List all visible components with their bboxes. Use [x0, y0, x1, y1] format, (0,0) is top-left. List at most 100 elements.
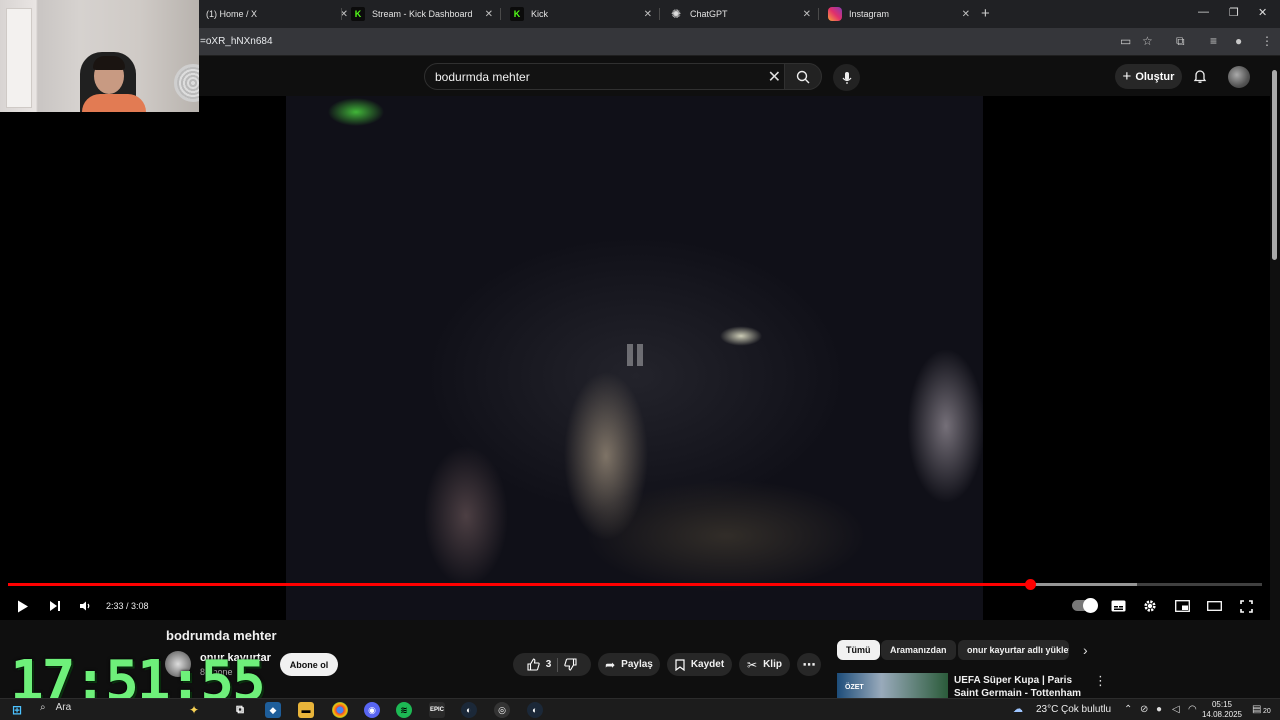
- mute-button[interactable]: [74, 596, 96, 616]
- profile-icon[interactable]: ●: [1235, 34, 1242, 48]
- divider: [557, 657, 559, 672]
- restore-button[interactable]: ❐: [1229, 6, 1239, 19]
- miniplayer-button[interactable]: [1171, 596, 1193, 616]
- skip-next-icon: [50, 601, 60, 611]
- chip-all[interactable]: Tümü: [837, 640, 880, 660]
- kick-logo-icon: K: [510, 7, 524, 21]
- account-avatar[interactable]: [1228, 66, 1250, 88]
- tab-kick[interactable]: K Kick ✕: [502, 3, 660, 25]
- cast-icon[interactable]: ▭: [1120, 34, 1131, 48]
- tab-close-icon[interactable]: ✕: [485, 9, 493, 20]
- chevron-up-icon[interactable]: ⌃: [1124, 704, 1132, 715]
- extensions-icon[interactable]: ⧉: [1176, 34, 1185, 49]
- weather-condition[interactable]: Çok bulutlu: [1061, 704, 1111, 715]
- subscribe-button[interactable]: Abone ol: [280, 653, 338, 676]
- chrome-icon[interactable]: [332, 702, 348, 718]
- browser-menu-icon[interactable]: ⋮: [1261, 34, 1273, 48]
- search-button[interactable]: [784, 63, 822, 90]
- time-display: 2:33 / 3:08: [106, 601, 149, 611]
- search-input[interactable]: bodurmda mehter ✕: [424, 63, 790, 90]
- tab-separator: [818, 8, 819, 20]
- media-control-icon[interactable]: ≡: [1210, 34, 1217, 48]
- tab-close-icon[interactable]: ✕: [803, 9, 811, 20]
- subtitles-icon: [1111, 600, 1125, 612]
- discord-icon[interactable]: ◉: [364, 702, 380, 718]
- page-scrollbar[interactable]: [1270, 56, 1280, 698]
- more-actions-button[interactable]: ⋯: [797, 653, 821, 676]
- speaker-icon[interactable]: ◁: [1172, 704, 1180, 715]
- summary-badge: ÖZET: [845, 684, 864, 691]
- autoplay-toggle[interactable]: [1072, 598, 1098, 613]
- taskbar-search[interactable]: ⌕ Ara: [40, 702, 71, 713]
- webcam-background: [6, 8, 32, 108]
- settings-button[interactable]: [1139, 596, 1161, 616]
- tab-instagram[interactable]: Instagram ✕: [820, 3, 978, 25]
- create-button[interactable]: + Oluştur: [1115, 64, 1182, 89]
- video-title: bodrumda mehter: [166, 628, 277, 643]
- task-view-icon[interactable]: ⧉: [232, 702, 248, 718]
- related-video-title[interactable]: UEFA Süper Kupa | Paris Saint Germain - …: [954, 674, 1084, 698]
- progress-played: [8, 583, 1030, 586]
- video-player[interactable]: 2:33 / 3:08: [0, 96, 1270, 620]
- like-button[interactable]: 3: [527, 658, 551, 671]
- new-tab-button[interactable]: +: [981, 5, 990, 22]
- fullscreen-button[interactable]: [1235, 596, 1257, 616]
- minimize-button[interactable]: —: [1198, 6, 1209, 18]
- progress-scrubber-handle[interactable]: [1025, 579, 1036, 590]
- obs-icon[interactable]: ◎: [494, 702, 510, 718]
- scissors-icon: ✂: [747, 657, 758, 672]
- steam-icon[interactable]: ◐: [461, 702, 477, 718]
- subtitles-button[interactable]: [1107, 596, 1129, 616]
- clear-search-icon[interactable]: ✕: [768, 67, 781, 87]
- related-video-thumbnail[interactable]: ÖZET: [837, 673, 948, 698]
- spotify-icon[interactable]: ≋: [396, 702, 412, 718]
- voice-search-button[interactable]: [833, 64, 860, 91]
- microphone-icon[interactable]: ●: [1156, 704, 1162, 715]
- more-vertical-icon[interactable]: ⋮: [1094, 673, 1107, 689]
- tab-chatgpt[interactable]: ✺ ChatGPT ✕: [661, 3, 819, 25]
- chip-from-uploader[interactable]: onur kayurtar adlı yükleyi: [958, 640, 1069, 660]
- steam-icon[interactable]: ◐: [527, 702, 543, 718]
- epic-games-icon[interactable]: EPIC: [429, 702, 445, 718]
- scrollbar-thumb[interactable]: [1272, 70, 1277, 260]
- clip-button[interactable]: ✂ Klip: [739, 653, 790, 676]
- chatgpt-logo-icon: ✺: [670, 7, 682, 21]
- tab-title: Instagram: [849, 9, 890, 19]
- network-off-icon[interactable]: ⊘: [1140, 704, 1148, 715]
- search-icon: [796, 70, 810, 83]
- wifi-icon[interactable]: ◠: [1188, 704, 1197, 715]
- webcam-fan: [174, 64, 199, 102]
- tab-x-home[interactable]: (1) Home / X ✕: [198, 3, 356, 25]
- search-icon: ⌕: [40, 702, 46, 713]
- theater-mode-button[interactable]: [1203, 596, 1225, 616]
- app-icon[interactable]: ◆: [265, 702, 281, 718]
- address-bar[interactable]: =oXR_hNXn684: [200, 36, 273, 47]
- webcam-overlay: [0, 0, 199, 112]
- dislike-button[interactable]: [564, 658, 577, 671]
- miniplayer-icon: [1174, 600, 1190, 612]
- progress-bar[interactable]: [8, 579, 1262, 590]
- chip-from-search[interactable]: Aramanızdan: [881, 640, 956, 660]
- tab-close-icon[interactable]: ✕: [962, 9, 970, 20]
- copilot-icon[interactable]: ✦: [186, 702, 202, 718]
- windows-start-icon[interactable]: ⊞: [9, 702, 25, 718]
- tab-separator: [341, 8, 342, 20]
- tab-separator: [500, 8, 501, 20]
- play-button[interactable]: [12, 596, 34, 616]
- clock-date: 14.08.2025: [1201, 710, 1243, 719]
- save-button[interactable]: Kaydet: [667, 653, 732, 676]
- notifications-icon[interactable]: ▤: [1252, 704, 1261, 715]
- tab-kick-dashboard[interactable]: K Stream - Kick Dashboard ✕: [343, 3, 501, 25]
- notifications-bell-icon[interactable]: [1192, 68, 1208, 84]
- tab-close-icon[interactable]: ✕: [644, 9, 652, 20]
- taskbar-search-label: Ara: [55, 702, 72, 713]
- clock-time: 05:15: [1211, 700, 1233, 709]
- share-button[interactable]: ➦ Paylaş: [598, 653, 660, 676]
- chevron-right-icon[interactable]: ›: [1083, 642, 1088, 658]
- weather-temperature[interactable]: 23°C: [1036, 704, 1058, 715]
- file-explorer-icon[interactable]: ▬: [298, 702, 314, 718]
- taskbar-clock[interactable]: 05:15 14.08.2025: [1198, 700, 1246, 720]
- next-video-button[interactable]: [44, 596, 66, 616]
- window-close-button[interactable]: ✕: [1258, 6, 1267, 19]
- bookmark-star-icon[interactable]: ☆: [1142, 34, 1153, 48]
